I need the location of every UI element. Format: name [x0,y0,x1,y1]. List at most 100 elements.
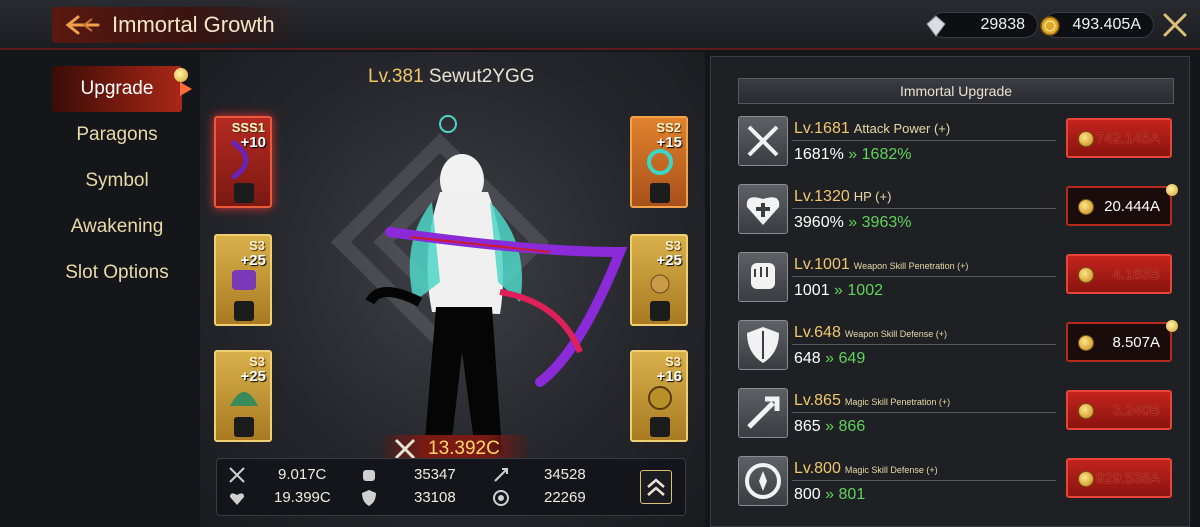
current-value: 1001 [794,282,830,299]
equip-slot-belt[interactable]: S3 +16 [630,350,688,442]
upgrade-button[interactable]: 742.145A [1066,118,1172,158]
next-value: 801 [838,486,866,503]
equip-slot-weapon[interactable]: SSS1 +10 [214,116,272,208]
upgrade-button[interactable]: 929.538A [1066,458,1172,498]
magic-penetration-icon [234,417,254,437]
notification-dot [1166,184,1178,196]
nav-item-awakening[interactable]: Awakening [52,204,182,250]
divider [792,140,1056,141]
gold-coin-icon [1078,199,1094,215]
upgrade-values: 800 » 801 [794,486,866,503]
stat-name: HP (+) [853,189,892,204]
next-value: 1002 [847,282,883,299]
nav-item-label: Upgrade [80,78,154,99]
ring-icon [647,149,673,175]
stat-name: Magic Skill Penetration (+) [844,397,951,407]
collapse-stats-button[interactable] [640,470,672,504]
equip-slot-armor[interactable]: S3 +25 [214,234,272,326]
upgrade-level: Lv.865 Magic Skill Penetration (+) [794,392,950,410]
next-value: 3963% [861,214,912,231]
level-text: Lv.800 [794,460,841,477]
gem-icon [926,15,946,37]
cost-value: 742.145A [1095,129,1160,147]
upgrade-button[interactable]: 3.240B [1066,390,1172,430]
magic-defense-icon [738,456,788,506]
equip-slot-cloak[interactable]: S3 +25 [214,350,272,442]
gem-amount: 29838 [980,16,1026,33]
equip-slot-necklace[interactable]: SS2 +15 [630,116,688,208]
upgrade-level: Lv.1320 HP (+) [794,188,891,206]
level-text: Lv.1681 [794,120,850,137]
stat-name: Weapon Skill Defense (+) [844,329,947,339]
stat-hp: 19.399C [274,489,331,506]
upgrade-level: Lv.1001 Weapon Skill Penetration (+) [794,256,968,274]
close-button[interactable] [1162,12,1188,38]
cost-value: 20.444A [1104,197,1160,215]
back-button[interactable] [62,12,100,38]
divider [792,480,1056,481]
amulet-icon [648,386,672,410]
magic-penetration-icon [494,468,508,482]
upgrade-values: 3960% » 3963% [794,214,912,231]
crossed-swords-close-icon [1163,13,1187,37]
page-title: Immortal Growth [112,12,275,37]
nav-item-label: Slot Options [65,262,169,283]
character-name: Lv.381 Sewut2YGG [368,66,535,88]
stat-magic-defense: 22269 [544,489,586,506]
upgrade-button[interactable]: 20.444A [1066,184,1178,226]
shield-icon [650,301,670,321]
nav-item-slot-options[interactable]: Slot Options [52,250,182,296]
gold-coin-icon [1078,131,1094,147]
bow-icon [230,139,249,181]
heart-cross-icon [738,184,788,234]
stat-attack: 9.017C [278,466,327,483]
swords-icon [234,183,254,203]
upgrade-level: Lv.1681 Attack Power (+) [794,120,950,138]
divider [792,344,1056,345]
heart-cross-icon [650,183,670,203]
slot-grade: S3 [249,354,265,369]
current-value: 1681% [794,146,844,163]
slot-grade: SS2 [656,120,681,135]
slot-grade: S3 [249,238,265,253]
upgrade-row-weapon-defense: Lv.648 Weapon Skill Defense (+) 648 » 649… [736,316,1178,378]
gold-amount: 493.405A [1072,16,1141,33]
fist-icon [363,470,375,481]
nav-item-label: Symbol [85,170,149,191]
cost-value: 929.538A [1095,469,1160,487]
upgrade-row-hp: Lv.1320 HP (+) 3960% » 3963% 20.444A [736,180,1178,242]
upgrade-row-magic-penetration: Lv.865 Magic Skill Penetration (+) 865 » … [736,384,1176,446]
current-value: 648 [794,350,821,367]
back-arrow-icon [65,15,100,35]
cost-value: 3.240B [1112,401,1160,419]
current-value: 865 [794,418,821,435]
gold-coin-icon [1078,403,1094,419]
nav-item-upgrade[interactable]: Upgrade [52,66,192,112]
level-text: Lv.1001 [794,256,850,273]
character-level: Lv.381 [368,66,424,87]
double-chevron-up-icon [647,478,665,496]
stat-name: Attack Power (+) [853,121,951,136]
stat-name: Weapon Skill Penetration (+) [853,261,969,271]
divider [792,276,1056,277]
upgrade-button[interactable]: 4.163B [1066,254,1172,294]
nav-item-symbol[interactable]: Symbol [52,158,182,204]
upgrade-panel-title: Immortal Upgrade [738,78,1174,104]
equip-slot-earring[interactable]: S3 +25 [630,234,688,326]
side-nav: Upgrade Paragons Symbol Awakening Slot O… [52,66,192,296]
stat-weapon-penetration: 35347 [414,466,456,483]
nav-item-label: Awakening [70,216,164,237]
slot-grade: SSS1 [231,120,265,135]
upgrade-row-magic-defense: Lv.800 Magic Skill Defense (+) 800 » 801 … [736,452,1176,514]
stat-weapon-defense: 33108 [414,489,456,506]
swords-icon [229,467,245,483]
upgrade-values: 1001 » 1002 [794,282,883,299]
upgrade-button[interactable]: 8.507A [1066,320,1178,362]
nav-item-paragons[interactable]: Paragons [52,112,182,158]
gold-coin-icon [1078,267,1094,283]
cost-value: 8.507A [1112,333,1160,351]
upgrade-values: 865 » 866 [794,418,866,435]
magic-defense-icon [493,490,509,506]
level-text: Lv.1320 [794,188,850,205]
earring-icon [650,274,670,294]
